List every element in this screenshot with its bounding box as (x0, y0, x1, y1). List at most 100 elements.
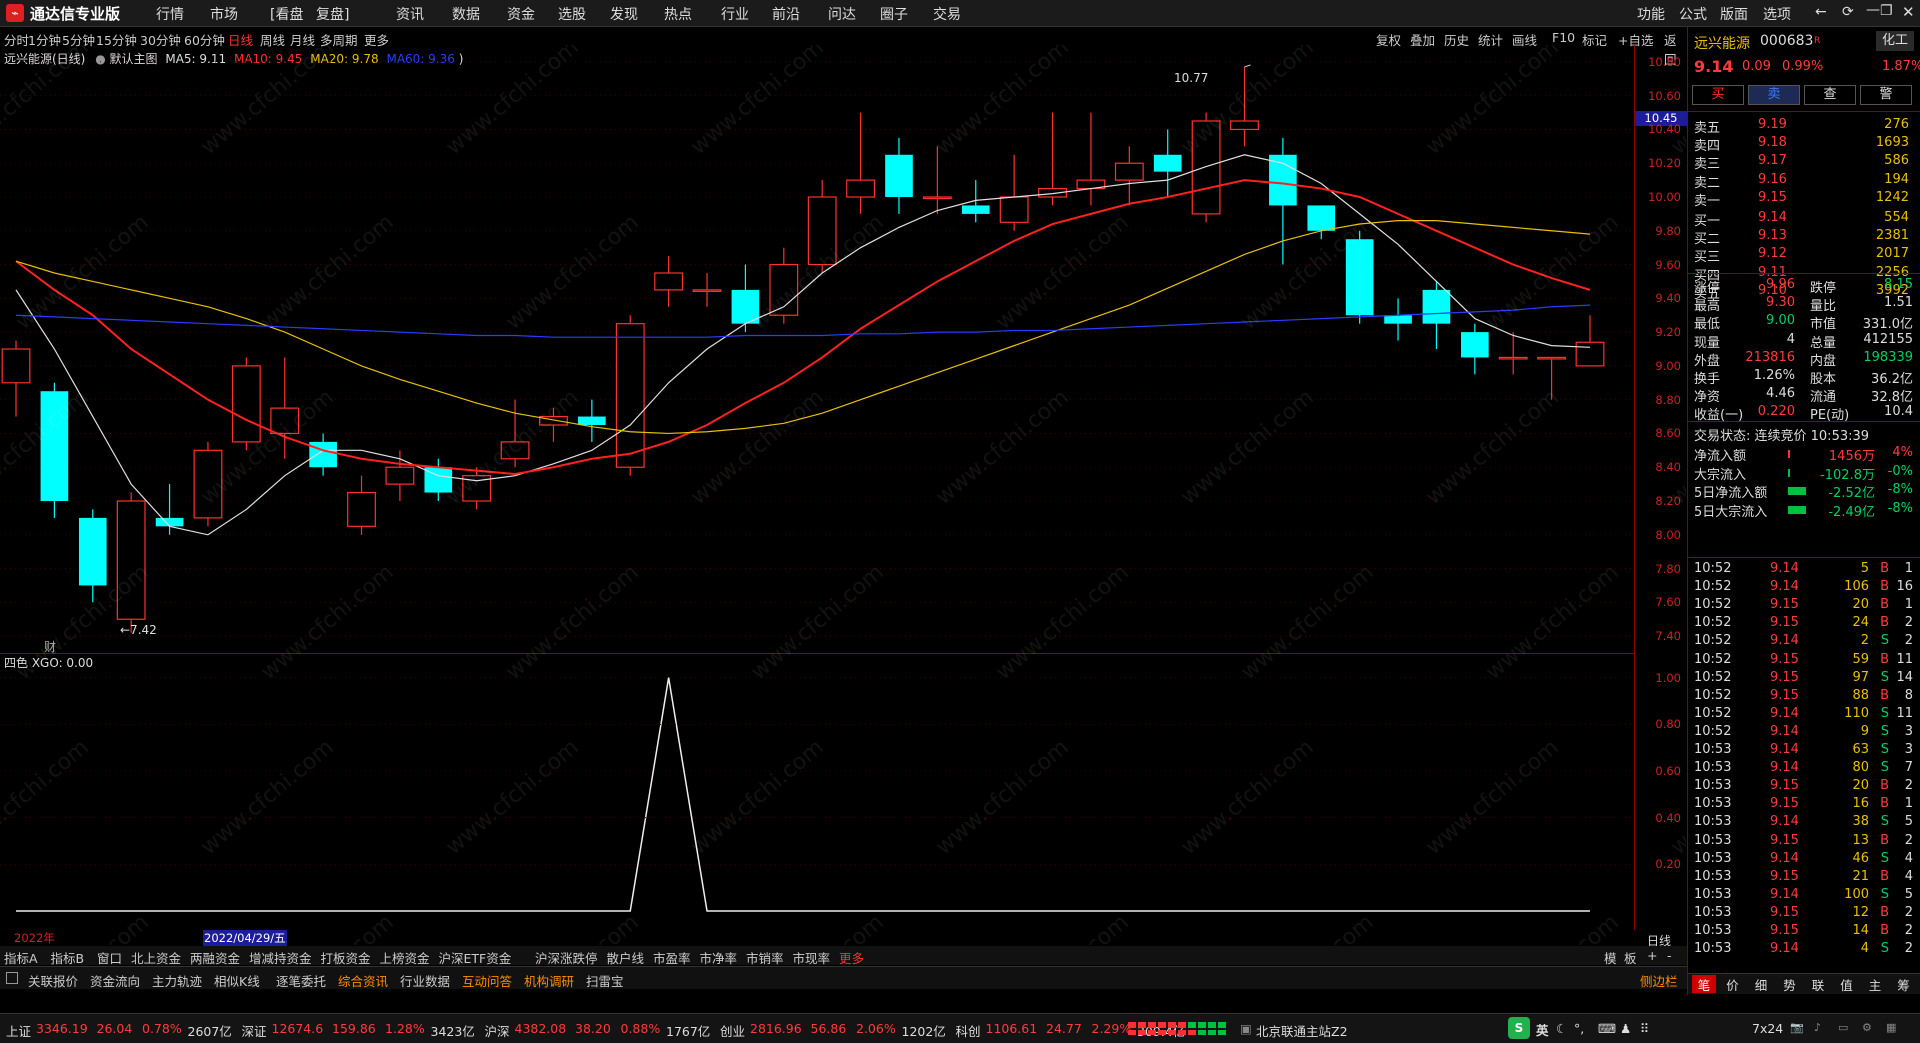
menu-1[interactable]: 市场 (210, 4, 238, 24)
indicator-tab-1[interactable]: 指标B (51, 948, 85, 967)
menu-8[interactable]: 发现 (610, 4, 638, 24)
panel-tab-1[interactable]: 价 (1721, 975, 1745, 993)
ask-row[interactable]: 卖二 9.16 194 (1694, 172, 1917, 191)
indicator-tab-5[interactable]: 增减持资金 (249, 948, 312, 967)
back-arrow-icon[interactable]: ← (1815, 4, 1827, 20)
info-tab-0[interactable]: 关联报价 (28, 971, 78, 990)
tab-right-0[interactable]: 模 (1604, 948, 1617, 967)
price-change-pct: 0.99% (1782, 59, 1824, 74)
expand-icon[interactable] (6, 972, 18, 984)
ime-mode[interactable]: 英 (1536, 1020, 1549, 1039)
trade-button-0[interactable]: 买 (1692, 85, 1744, 105)
indicator-tab-3[interactable]: 北上资金 (131, 948, 181, 967)
ime-punct-icon[interactable]: °, (1574, 1021, 1584, 1036)
trade-button-3[interactable]: 警 (1860, 85, 1912, 105)
sidebar-toggle[interactable]: 侧边栏 (1640, 971, 1678, 990)
indicator-chart[interactable]: 四色 XGO: 0.00 2022年 2022/04/29/五 (0, 654, 1634, 946)
indicator-tab-0[interactable]: 指标A (4, 948, 38, 967)
info-tab-1[interactable]: 资金流向 (90, 971, 140, 990)
panel-tab-2[interactable]: 细 (1749, 975, 1773, 993)
panel-tab-3[interactable]: 势 (1778, 975, 1802, 993)
kline-chart[interactable]: 远兴能源(日线) ● 默认主图 MA5: 9.11 MA10: 9.45 MA2… (0, 45, 1634, 654)
info-tab-8[interactable]: 机构调研 (524, 971, 574, 990)
ime-grid-icon[interactable]: ⠿ (1640, 1021, 1649, 1036)
info-tab-9[interactable]: 扫雷宝 (586, 971, 624, 990)
info-tab-5[interactable]: 综合资讯 (338, 971, 388, 990)
refresh-icon[interactable]: ⟳ (1842, 4, 1854, 20)
tab-right-2[interactable]: + (1647, 948, 1657, 963)
info-tab-4[interactable]: 逐笔委托 (276, 971, 326, 990)
panel-tab-7[interactable]: 筹 (1892, 975, 1916, 993)
music-icon[interactable]: ♪ (1814, 1021, 1821, 1034)
trade-button-1[interactable]: 卖 (1748, 85, 1800, 105)
indicator-tab-13[interactable]: 市销率 (746, 948, 784, 967)
menu-right-1[interactable]: 公式 (1679, 4, 1707, 24)
menu-11[interactable]: 前沿 (772, 4, 800, 24)
ask-row[interactable]: 卖一 9.15 1242 (1694, 190, 1917, 209)
ime-logo-icon[interactable]: S (1508, 1017, 1530, 1039)
menu-7[interactable]: 选股 (558, 4, 586, 24)
menu-6[interactable]: 资金 (507, 4, 535, 24)
bid-row[interactable]: 买三 9.12 2017 (1694, 246, 1917, 265)
ime-user-icon[interactable]: ♟ (1620, 1021, 1631, 1036)
tab-right-3[interactable]: - (1667, 948, 1672, 963)
panel-tab-0[interactable]: 笔 (1692, 975, 1716, 993)
index-name[interactable]: 科创 (956, 1021, 981, 1040)
indicator-tab-8[interactable]: 沪深ETF资金 (439, 948, 512, 967)
chart-tool-5[interactable]: F10 (1552, 30, 1575, 45)
bid-row[interactable]: 买二 9.13 2381 (1694, 228, 1917, 247)
indicator-tab-9[interactable]: 沪深涨跌停 (535, 948, 598, 967)
index-name[interactable]: 上证 (6, 1021, 31, 1040)
indicator-tab-6[interactable]: 打板资金 (321, 948, 371, 967)
indicator-tab-2[interactable]: 窗口 (97, 948, 122, 967)
screen-icon[interactable]: ▭ (1838, 1021, 1848, 1034)
menu-9[interactable]: 热点 (664, 4, 692, 24)
menu-4[interactable]: 资讯 (396, 4, 424, 24)
panel-tab-4[interactable]: 联 (1806, 975, 1830, 993)
close-icon[interactable]: ✕ (1902, 3, 1915, 21)
info-tab-6[interactable]: 行业数据 (400, 971, 450, 990)
menu-right-0[interactable]: 功能 (1637, 4, 1665, 24)
index-name[interactable]: 沪深 (485, 1021, 510, 1040)
minimize-icon[interactable]: — (1866, 2, 1880, 18)
menu-0[interactable]: 行情 (156, 4, 184, 24)
menu-2[interactable]: [看盘 (270, 4, 303, 24)
indicator-tab-15[interactable]: 更多 (839, 948, 864, 967)
ime-moon-icon[interactable]: ☾ (1556, 1021, 1567, 1036)
info-tab-3[interactable]: 相似K线 (214, 971, 260, 990)
menu-12[interactable]: 问达 (828, 4, 856, 24)
indicator-tab-11[interactable]: 市盈率 (653, 948, 691, 967)
indicator-tab-12[interactable]: 市净率 (700, 948, 738, 967)
ask-row[interactable]: 卖五 9.19 276 (1694, 117, 1917, 136)
index-name[interactable]: 创业 (720, 1021, 745, 1040)
panel-tab-5[interactable]: 值 (1835, 975, 1859, 993)
menu-13[interactable]: 圈子 (880, 4, 908, 24)
info-tab-7[interactable]: 互动问答 (462, 971, 512, 990)
indicator-tab-10[interactable]: 散户线 (607, 948, 645, 967)
server-name[interactable]: 北京联通主站Z2 (1256, 1021, 1348, 1040)
index-name[interactable]: 深证 (242, 1021, 267, 1040)
menu-5[interactable]: 数据 (452, 4, 480, 24)
layout-icon[interactable]: ▦ (1886, 1021, 1896, 1034)
settings-icon[interactable]: ⚙ (1862, 1021, 1872, 1034)
bid-row[interactable]: 买一 9.14 554 (1694, 210, 1917, 229)
panel-tab-6[interactable]: 主 (1863, 975, 1887, 993)
menu-10[interactable]: 行业 (721, 4, 749, 24)
tab-right-1[interactable]: 板 (1624, 948, 1637, 967)
indicator-tab-7[interactable]: 上榜资金 (380, 948, 430, 967)
menu-right-2[interactable]: 版面 (1720, 4, 1748, 24)
restore-icon[interactable]: ❐ (1880, 3, 1893, 19)
indicator-tab-14[interactable]: 市现率 (793, 948, 831, 967)
menu-3[interactable]: 复盘] (316, 4, 349, 24)
ask-row[interactable]: 卖四 9.18 1693 (1694, 135, 1917, 154)
info-tab-2[interactable]: 主力轨迹 (152, 971, 202, 990)
menu-right-3[interactable]: 选项 (1763, 4, 1791, 24)
trade-button-2[interactable]: 查 (1804, 85, 1856, 105)
finance-marker[interactable]: 财 (44, 638, 56, 655)
indicator-tab-4[interactable]: 两融资金 (190, 948, 240, 967)
menu-14[interactable]: 交易 (933, 4, 961, 24)
sector-button[interactable]: 化工 (1876, 31, 1914, 51)
ask-row[interactable]: 卖三 9.17 586 (1694, 153, 1917, 172)
camera-icon[interactable]: 📷 (1790, 1021, 1804, 1034)
ime-keyboard-icon[interactable]: ⌨ (1598, 1021, 1616, 1036)
